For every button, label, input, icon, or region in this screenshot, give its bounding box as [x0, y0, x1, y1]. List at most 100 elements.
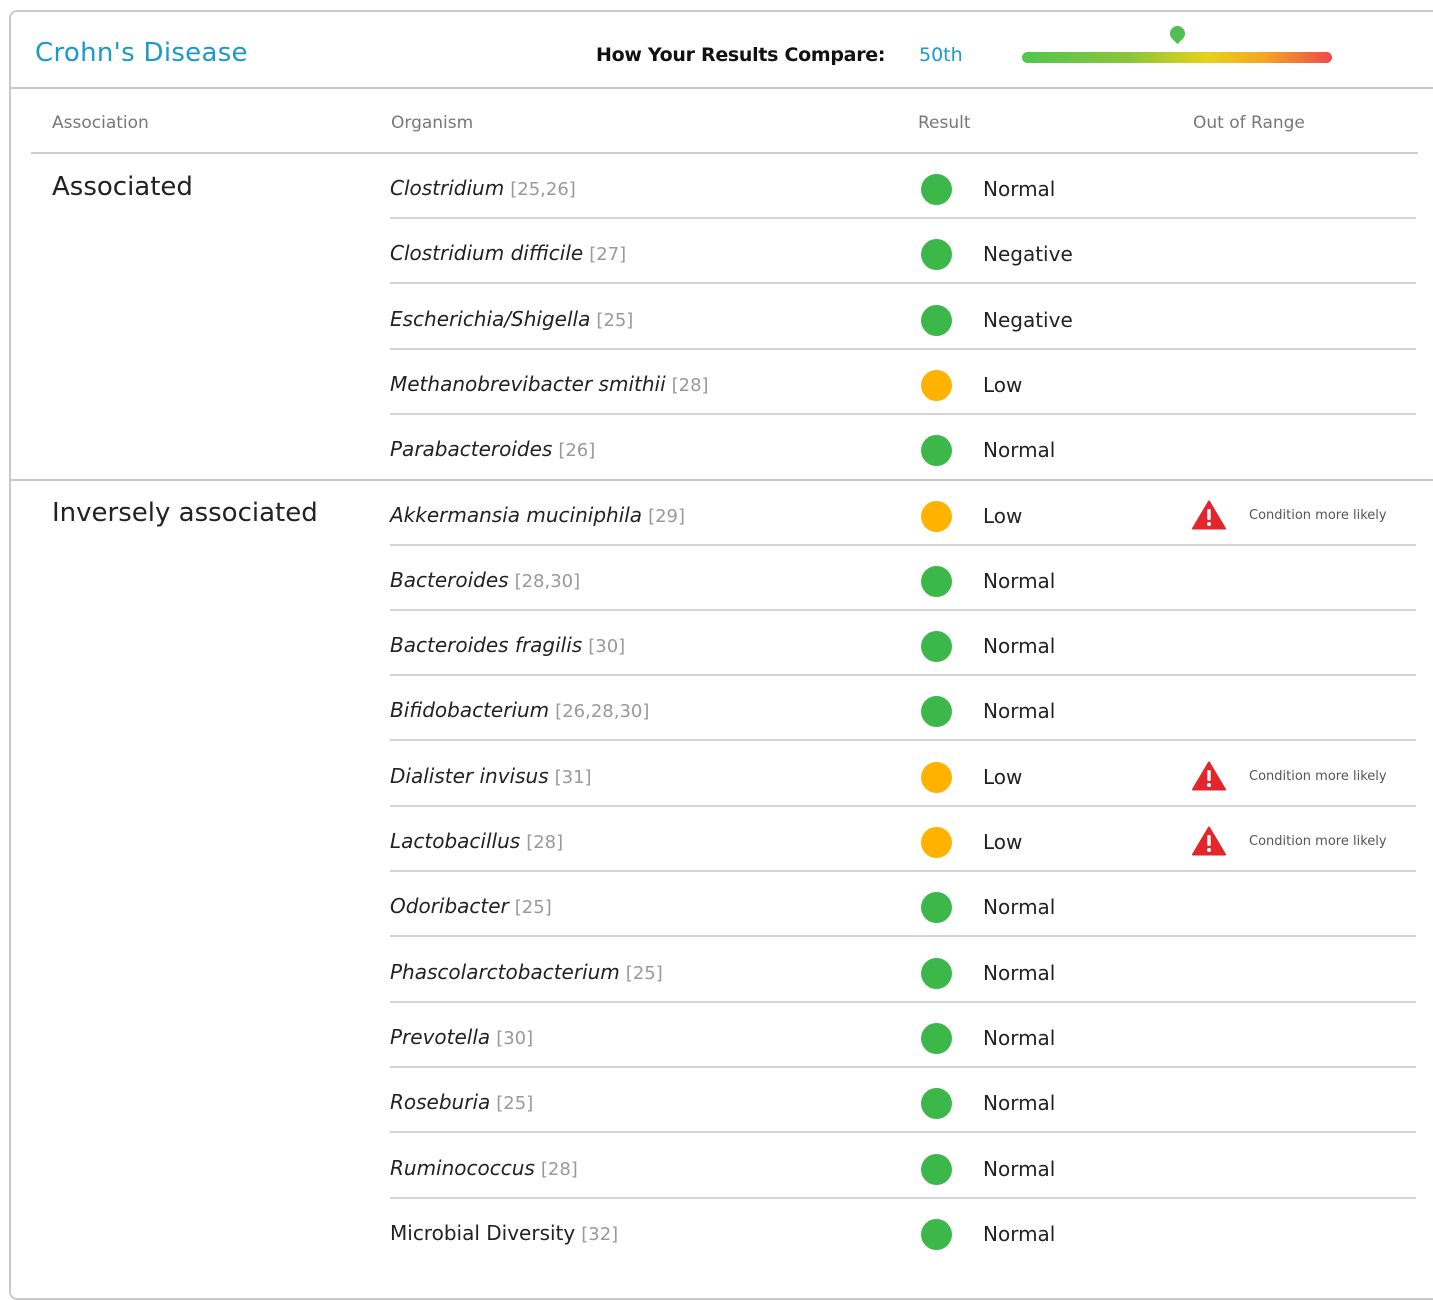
- table-row: Clostridium difficile [27] Negative: [390, 219, 1416, 285]
- table-row: Escherichia/Shigella [25] Negative: [390, 285, 1416, 350]
- organism-cell: Dialister invisus [31]: [390, 764, 592, 788]
- table-row: Odoribacter [25] Normal: [390, 872, 1416, 938]
- warning-icon: [1192, 826, 1226, 856]
- result-value: Normal: [983, 1025, 1056, 1050]
- column-header-association: Association: [52, 113, 149, 133]
- status-normal-dot-icon: [921, 631, 952, 663]
- status-normal-dot-icon: [921, 1153, 952, 1185]
- status-normal-dot-icon: [921, 239, 952, 271]
- status-normal-dot-icon: [921, 696, 952, 728]
- table-row: Bacteroides [28,30] Normal: [390, 546, 1416, 611]
- organism-cell: Bacteroides fragilis [30]: [390, 633, 625, 657]
- status-normal-dot-icon: [921, 892, 952, 924]
- warning-icon: [1192, 500, 1226, 529]
- reference-citation: [30]: [588, 636, 626, 658]
- table-row: Parabacteroides [26] Normal: [390, 415, 1416, 480]
- result-value: Normal: [983, 895, 1056, 920]
- organism-name: Clostridium: [390, 176, 505, 200]
- out-of-range-text: Condition more likely: [1249, 768, 1387, 784]
- table-row: Dialister invisus [31] Low Condition more l…: [390, 742, 1416, 807]
- reference-citation: [28]: [540, 1158, 578, 1180]
- status-normal-dot-icon: [921, 304, 952, 336]
- organism-cell: Ruminococcus [28]: [390, 1156, 578, 1180]
- reference-citation: [25]: [596, 309, 634, 331]
- result-value: Normal: [983, 1091, 1056, 1116]
- organism-name: Ruminococcus: [390, 1155, 535, 1180]
- reference-citation: [27]: [589, 244, 627, 266]
- organism-cell: Clostridium difficile [27]: [390, 241, 626, 265]
- result-value: Normal: [983, 568, 1056, 593]
- result-value: Negative: [983, 307, 1073, 332]
- organism-name: Microbial Diversity: [390, 1220, 576, 1245]
- table-row: Bifidobacterium [26,28,30] Normal: [390, 676, 1416, 742]
- result-value: Normal: [983, 438, 1056, 463]
- column-header-out-of-range: Out of Range: [1193, 113, 1305, 133]
- organism-cell: Odoribacter [25]: [390, 894, 552, 918]
- status-normal-dot-icon: [921, 1022, 952, 1054]
- status-low-dot-icon: [921, 827, 952, 858]
- table-row: Clostridium [25,26] Normal: [390, 154, 1416, 219]
- table-row: Akkermansia muciniphila [29] Low Condition …: [390, 481, 1416, 546]
- organism-name: Phascolarctobacterium: [390, 959, 620, 984]
- organism-name: Lactobacillus: [390, 829, 521, 853]
- percentile-value: 50th: [919, 44, 963, 66]
- organism-cell: Bacteroides [28,30]: [390, 568, 580, 592]
- result-value: Normal: [983, 699, 1056, 724]
- organism-cell: Parabacteroides [26]: [390, 437, 595, 461]
- table-row: Prevotella [30] Normal: [390, 1003, 1416, 1068]
- result-value: Normal: [983, 1156, 1056, 1181]
- compare-label: How Your Results Compare:: [596, 44, 886, 66]
- organism-name: Roseburia: [390, 1090, 491, 1115]
- table-row: Roseburia [25] Normal: [390, 1068, 1416, 1134]
- organism-name: Akkermansia muciniphila: [390, 502, 643, 527]
- out-of-range-text: Condition more likely: [1249, 507, 1387, 523]
- reference-citation: [28]: [671, 374, 709, 396]
- table-row: Microbial Diversity [32] Normal: [390, 1199, 1416, 1264]
- organism-name: Escherichia/Shigella: [390, 306, 591, 331]
- result-value: Normal: [983, 1221, 1056, 1246]
- reference-citation: [28]: [526, 832, 564, 853]
- reference-citation: [25,26]: [510, 179, 576, 200]
- organism-cell: Prevotella [30]: [390, 1025, 533, 1049]
- status-low-dot-icon: [921, 761, 952, 793]
- status-normal-dot-icon: [921, 1088, 952, 1120]
- reference-citation: [25]: [496, 1093, 534, 1115]
- result-value: Low: [983, 503, 1023, 528]
- reference-citation: [26]: [558, 440, 596, 462]
- organism-cell: Lactobacillus [28]: [390, 829, 563, 853]
- status-normal-dot-icon: [921, 174, 952, 205]
- reference-citation: [31]: [554, 766, 592, 788]
- organism-name: Bifidobacterium: [390, 698, 550, 723]
- column-header-result: Result: [918, 113, 971, 133]
- association-group-label: Inversely associated: [52, 498, 318, 528]
- organism-name: Parabacteroides: [390, 437, 553, 462]
- organism-name: Bacteroides: [390, 567, 509, 592]
- organism-cell: Bifidobacterium [26,28,30]: [390, 698, 649, 722]
- table-row: Phascolarctobacterium [25] Normal: [390, 938, 1416, 1003]
- status-normal-dot-icon: [921, 435, 952, 467]
- status-low-dot-icon: [921, 369, 952, 401]
- result-value: Low: [983, 764, 1023, 789]
- table-row: Ruminococcus [28] Normal: [390, 1134, 1416, 1199]
- result-value: Normal: [983, 960, 1056, 985]
- result-value: Negative: [983, 242, 1073, 267]
- percentile-gradient-bar: [1022, 52, 1332, 63]
- reference-citation: [28,30]: [514, 570, 581, 592]
- column-header-organism: Organism: [391, 113, 474, 133]
- reference-citation: [26,28,30]: [555, 701, 650, 723]
- reference-citation: [30]: [496, 1027, 534, 1049]
- table-row: Methanobrevibacter smithii [28] Low: [390, 350, 1416, 415]
- organism-cell: Roseburia [25]: [390, 1090, 533, 1114]
- result-value: Normal: [983, 634, 1056, 659]
- result-value: Low: [983, 372, 1023, 397]
- page-title: Crohn's Disease: [35, 38, 248, 68]
- out-of-range-text: Condition more likely: [1249, 834, 1387, 849]
- organism-cell: Phascolarctobacterium [25]: [390, 960, 663, 984]
- status-normal-dot-icon: [921, 957, 952, 989]
- reference-citation: [29]: [648, 505, 686, 527]
- organism-cell: Microbial Diversity [32]: [390, 1221, 618, 1245]
- result-value: Low: [983, 830, 1023, 854]
- organism-cell: Clostridium [25,26]: [390, 176, 576, 200]
- warning-icon: [1192, 761, 1226, 791]
- status-low-dot-icon: [921, 500, 952, 532]
